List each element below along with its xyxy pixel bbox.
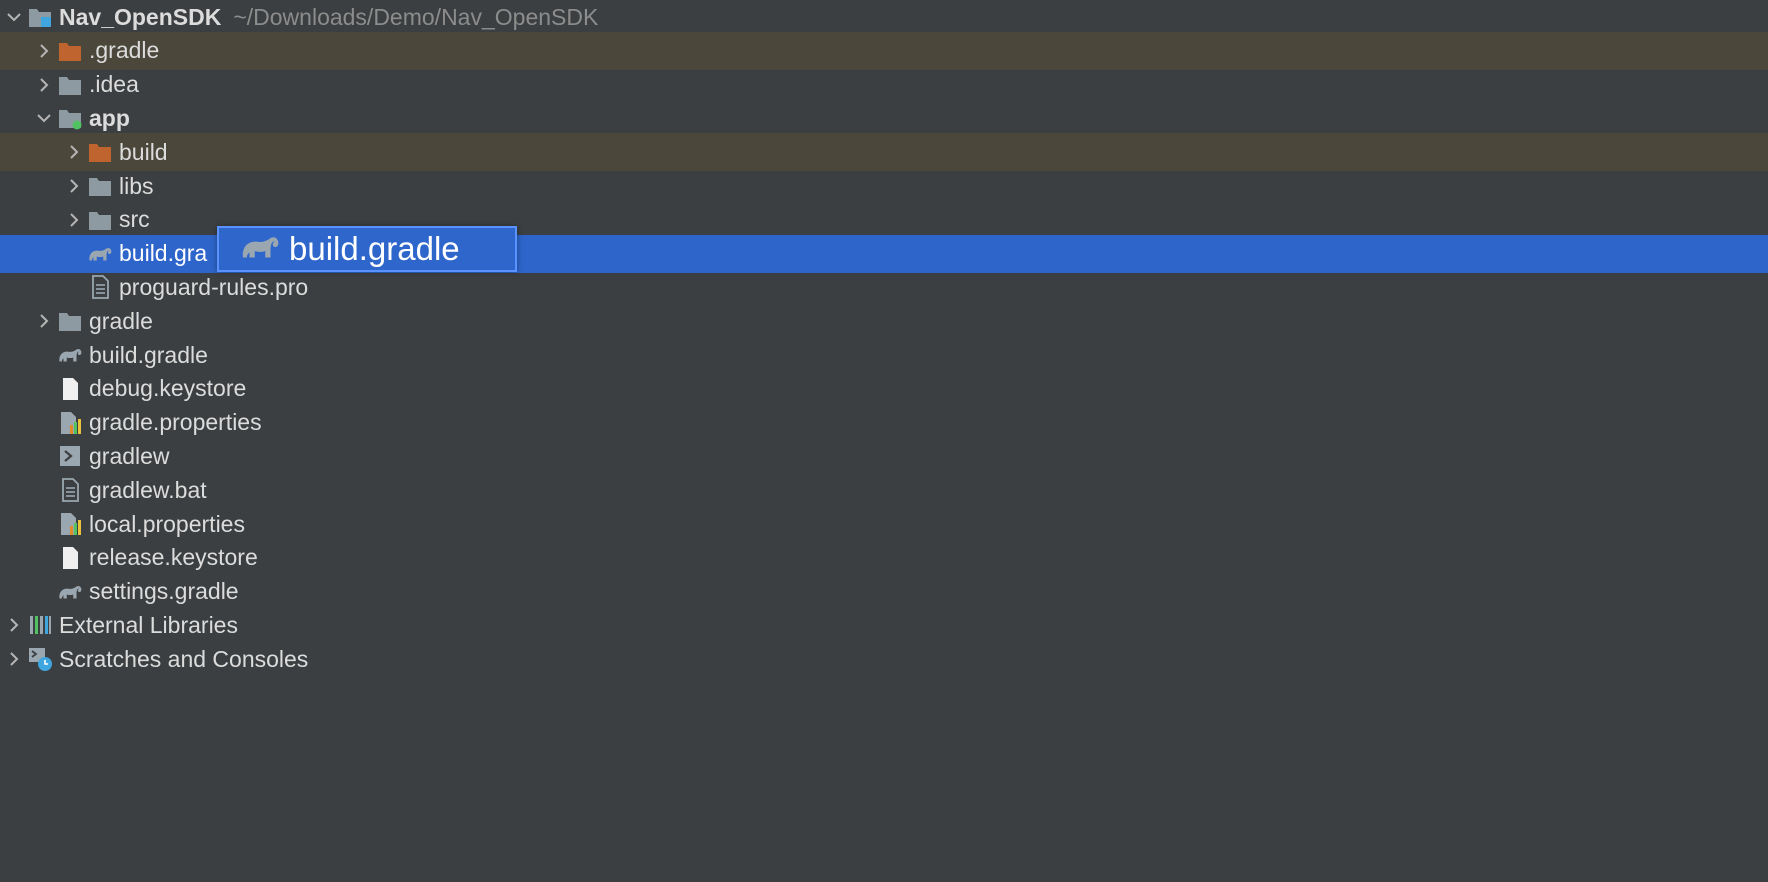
no-chevron <box>31 370 57 408</box>
chevron-right-icon[interactable] <box>61 167 87 205</box>
excluded-folder-icon <box>57 38 83 64</box>
tree-row[interactable]: gradle <box>0 302 1768 340</box>
tree-row[interactable]: proguard-rules.pro <box>0 268 1768 306</box>
no-chevron <box>31 404 57 442</box>
drag-preview: build.gradle <box>217 226 517 272</box>
tree-row[interactable]: .idea <box>0 66 1768 104</box>
tree-row[interactable]: External Libraries <box>0 606 1768 644</box>
app-module-folder-icon <box>57 105 83 131</box>
tree-row[interactable]: .gradle <box>0 31 1768 70</box>
tree-row-label: settings.gradle <box>89 578 239 605</box>
no-chevron <box>31 505 57 543</box>
folder-icon <box>57 72 83 98</box>
tree-row[interactable]: gradlew <box>0 437 1768 475</box>
tree-row-label: gradle <box>89 307 153 334</box>
properties-file-icon <box>57 511 83 537</box>
tree-row-label: local.properties <box>89 510 245 537</box>
chevron-right-icon[interactable] <box>31 32 57 70</box>
tree-row-label: libs <box>119 172 154 199</box>
tree-row-label: debug.keystore <box>89 375 247 402</box>
blank-file-icon <box>57 545 83 571</box>
project-path: ~/Downloads/Demo/Nav_OpenSDK <box>233 3 599 30</box>
text-file-icon <box>87 274 113 300</box>
tree-row-label: build <box>119 138 168 165</box>
tree-row[interactable]: debug.keystore <box>0 370 1768 408</box>
chevron-right-icon[interactable] <box>61 201 87 239</box>
no-chevron <box>31 471 57 509</box>
folder-icon <box>57 308 83 334</box>
tree-row[interactable]: settings.gradle <box>0 573 1768 611</box>
tree-row-label: Scratches and Consoles <box>59 645 309 672</box>
tree-row[interactable]: Nav_OpenSDK ~/Downloads/Demo/Nav_OpenSDK <box>0 0 1768 36</box>
chevron-right-icon[interactable] <box>1 606 27 644</box>
tree-row[interactable]: local.properties <box>0 505 1768 543</box>
chevron-right-icon[interactable] <box>31 66 57 104</box>
module-folder-icon <box>27 4 53 30</box>
tree-row[interactable]: libs <box>0 167 1768 205</box>
tree-row-label: gradlew.bat <box>89 476 207 503</box>
chevron-down-icon[interactable] <box>31 99 57 137</box>
chevron-right-icon[interactable] <box>61 133 87 171</box>
folder-icon <box>87 207 113 233</box>
tree-row[interactable]: gradle.properties <box>0 404 1768 442</box>
chevron-right-icon[interactable] <box>1 640 27 678</box>
text-file-icon <box>57 477 83 503</box>
chevron-right-icon[interactable] <box>31 302 57 340</box>
no-chevron <box>31 539 57 577</box>
gradle-elephant-icon <box>57 342 83 368</box>
tree-row[interactable]: app <box>0 99 1768 137</box>
gradle-elephant-icon <box>239 231 281 268</box>
chevron-down-icon[interactable] <box>1 0 27 36</box>
tree-row-label: gradlew <box>89 442 170 469</box>
properties-file-icon <box>57 410 83 436</box>
gradle-elephant-icon <box>87 241 113 267</box>
drag-preview-label: build.gradle <box>289 230 460 267</box>
tree-row-label: proguard-rules.pro <box>119 273 309 300</box>
tree-row[interactable]: release.keystore <box>0 539 1768 577</box>
tree-row-label: External Libraries <box>59 611 238 638</box>
tree-row-label: build.gra <box>119 240 208 267</box>
tree-row-label: .gradle <box>89 37 160 64</box>
gradle-elephant-icon <box>57 579 83 605</box>
scratches-icon <box>27 646 53 672</box>
tree-row-label: gradle.properties <box>89 409 262 436</box>
library-icon <box>27 612 53 638</box>
tree-row-label: src <box>119 206 150 233</box>
tree-row-label: release.keystore <box>89 544 258 571</box>
tree-row[interactable]: build <box>0 133 1768 172</box>
tree-row-label: .idea <box>89 71 139 98</box>
no-chevron <box>31 336 57 374</box>
shell-script-icon <box>57 443 83 469</box>
tree-row-label: app <box>89 104 130 131</box>
no-chevron <box>61 235 87 273</box>
excluded-folder-icon <box>87 139 113 165</box>
no-chevron <box>31 573 57 611</box>
tree-row[interactable]: Scratches and Consoles <box>0 640 1768 678</box>
folder-icon <box>87 173 113 199</box>
tree-row[interactable]: build.gradle <box>0 336 1768 374</box>
no-chevron <box>31 437 57 475</box>
tree-row[interactable]: gradlew.bat <box>0 471 1768 509</box>
no-chevron <box>61 268 87 306</box>
blank-file-icon <box>57 376 83 402</box>
tree-row-label: build.gradle <box>89 341 208 368</box>
tree-row-label: Nav_OpenSDK <box>59 3 222 30</box>
